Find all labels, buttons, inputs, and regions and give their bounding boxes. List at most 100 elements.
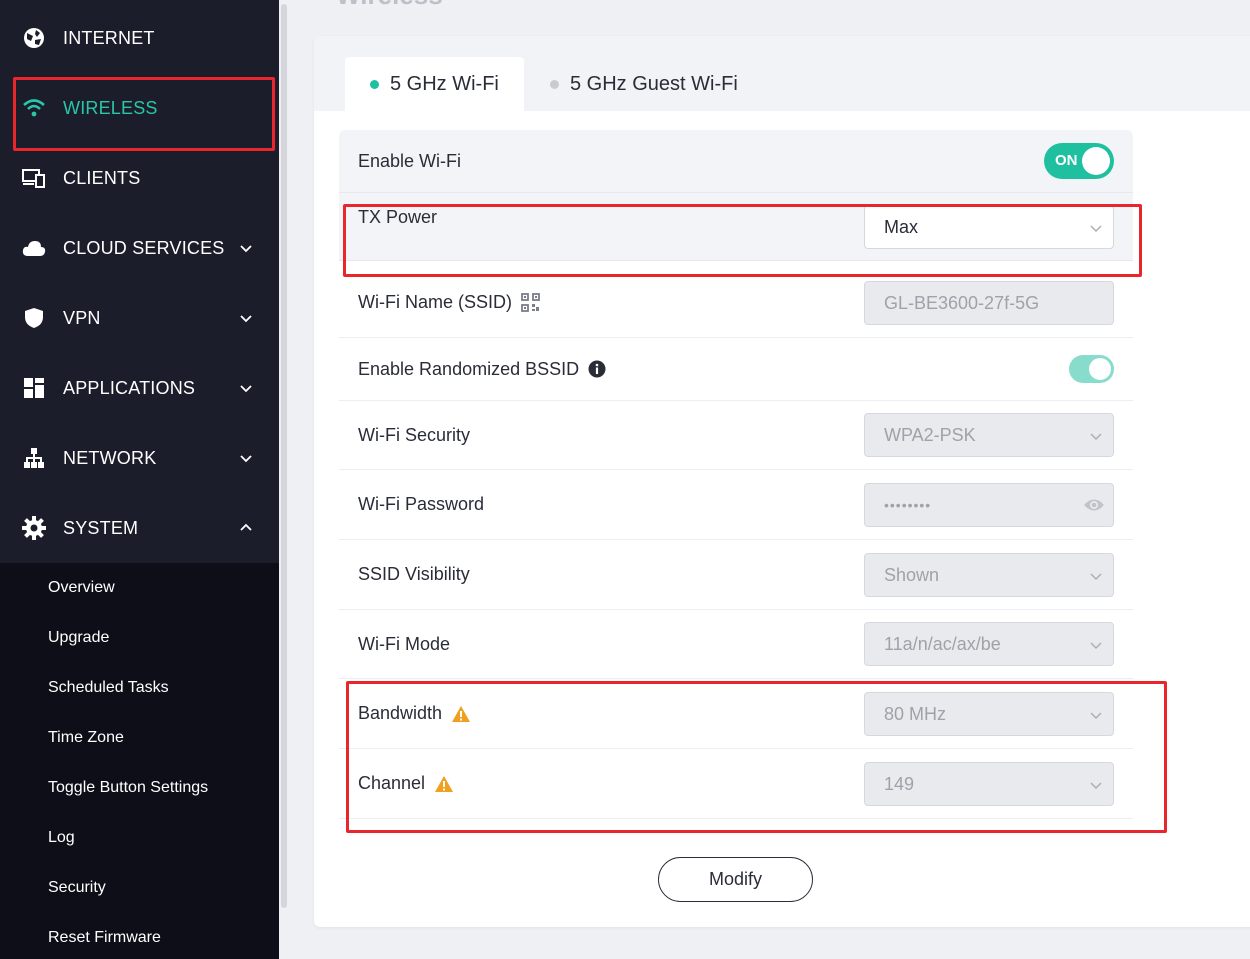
chevron-down-icon xyxy=(240,315,252,323)
modify-button[interactable]: Modify xyxy=(658,857,813,902)
nav-network[interactable]: NETWORK xyxy=(0,423,279,493)
nav-applications-label: APPLICATIONS xyxy=(63,377,196,398)
row-ssid: Wi-Fi Name (SSID) GL-BE3600-27f-5G xyxy=(339,268,1133,338)
row-wifi-password: Wi-Fi Password •••••••• xyxy=(339,470,1133,540)
warning-icon[interactable] xyxy=(434,775,454,793)
wifi-password-label: Wi-Fi Password xyxy=(358,494,485,514)
row-tx-power: TX Power Max xyxy=(339,193,1133,261)
bandwidth-value: 80 MHz xyxy=(884,703,947,724)
tx-power-label: TX Power xyxy=(358,207,438,227)
page-title: Wireless xyxy=(336,0,443,11)
random-bssid-toggle[interactable] xyxy=(1069,355,1114,383)
nav-vpn[interactable]: VPN xyxy=(0,283,279,353)
tx-power-value: Max xyxy=(884,216,919,237)
channel-label-text: Channel xyxy=(358,773,426,793)
tx-power-select[interactable]: Max xyxy=(864,205,1114,249)
nav-wireless[interactable]: WIRELESS xyxy=(0,73,279,143)
submenu-security[interactable]: Security xyxy=(48,863,106,913)
random-bssid-label: Enable Randomized BSSID xyxy=(358,359,606,380)
nav-cloud-services[interactable]: CLOUD SERVICES xyxy=(0,213,279,283)
chevron-down-icon xyxy=(1090,433,1102,440)
enable-wifi-label: Enable Wi-Fi xyxy=(358,150,462,171)
ssid-visibility-select[interactable]: Shown xyxy=(864,553,1114,597)
tab-5ghz-guest-wifi[interactable]: 5 GHz Guest Wi-Fi xyxy=(550,57,760,111)
sidebar: INTERNET WIRELESS CLIENTS CLOUD SERVICES… xyxy=(0,0,279,959)
apps-grid-icon xyxy=(22,376,46,400)
nav-applications[interactable]: APPLICATIONS xyxy=(0,353,279,423)
wifi-mode-label: Wi-Fi Mode xyxy=(358,633,451,654)
tab-5ghz-guest-wifi-label: 5 GHz Guest Wi-Fi xyxy=(570,72,738,95)
ssid-label-text: Wi-Fi Name (SSID) xyxy=(358,292,512,312)
ssid-input[interactable]: GL-BE3600-27f-5G xyxy=(864,281,1114,325)
gear-icon xyxy=(22,516,46,540)
random-bssid-label-text: Enable Randomized BSSID xyxy=(358,358,580,379)
warning-icon[interactable] xyxy=(451,705,471,723)
ssid-value: GL-BE3600-27f-5G xyxy=(884,292,1040,313)
channel-value: 149 xyxy=(884,773,915,794)
submenu-log[interactable]: Log xyxy=(48,813,75,863)
wifi-mode-value: 11a/n/ac/ax/be xyxy=(884,633,1001,654)
tab-5ghz-wifi[interactable]: 5 GHz Wi-Fi xyxy=(345,57,524,111)
chevron-down-icon xyxy=(240,385,252,393)
info-icon[interactable] xyxy=(588,360,606,378)
wifi-settings-card: 5 GHz Wi-Fi 5 GHz Guest Wi-Fi Enable Wi-… xyxy=(314,36,1250,927)
submenu-upgrade[interactable]: Upgrade xyxy=(48,613,109,663)
enable-wifi-toggle[interactable]: ON xyxy=(1044,143,1114,179)
submenu-time-zone[interactable]: Time Zone xyxy=(48,713,124,763)
ssid-visibility-label: SSID Visibility xyxy=(358,564,470,584)
chevron-down-icon xyxy=(240,455,252,463)
submenu-scheduled-tasks[interactable]: Scheduled Tasks xyxy=(48,663,169,713)
row-ssid-visibility: SSID Visibility Shown xyxy=(339,540,1133,610)
wifi-password-input[interactable]: •••••••• xyxy=(864,483,1114,527)
bandwidth-label: Bandwidth xyxy=(358,703,471,724)
chevron-up-icon xyxy=(240,523,252,531)
nav-internet[interactable]: INTERNET xyxy=(0,3,279,73)
toggle-state: ON xyxy=(1055,152,1078,169)
nav-system[interactable]: SYSTEM xyxy=(0,493,279,563)
globe-icon xyxy=(22,26,46,50)
ssid-label: Wi-Fi Name (SSID) xyxy=(358,292,540,313)
row-channel: Channel 149 xyxy=(339,749,1133,819)
nav-vpn-label: VPN xyxy=(63,307,101,328)
status-dot xyxy=(550,79,559,89)
shield-icon xyxy=(22,306,46,330)
nav-clients-label: CLIENTS xyxy=(63,167,141,188)
nav-wireless-label: WIRELESS xyxy=(63,97,158,118)
chevron-down-icon xyxy=(1090,642,1102,649)
bandwidth-select[interactable]: 80 MHz xyxy=(864,692,1114,736)
wifi-password-value: •••••••• xyxy=(884,497,932,513)
cloud-icon xyxy=(22,236,46,260)
submenu-toggle-button-settings[interactable]: Toggle Button Settings xyxy=(48,763,208,813)
wifi-security-label: Wi-Fi Security xyxy=(358,424,470,445)
wifi-security-value: WPA2-PSK xyxy=(884,424,976,445)
nav-internet-label: INTERNET xyxy=(63,27,155,48)
nav-cloud-services-label: CLOUD SERVICES xyxy=(63,237,225,258)
eye-icon[interactable] xyxy=(1083,496,1105,517)
row-bandwidth: Bandwidth 80 MHz xyxy=(339,679,1133,749)
system-submenu: Overview Upgrade Scheduled Tasks Time Zo… xyxy=(0,563,279,959)
status-dot xyxy=(370,79,379,89)
tab-bar: 5 GHz Wi-Fi 5 GHz Guest Wi-Fi xyxy=(314,36,1250,111)
chevron-down-icon xyxy=(1090,225,1102,232)
submenu-reset-firmware[interactable]: Reset Firmware xyxy=(48,913,161,959)
channel-label: Channel xyxy=(358,773,454,794)
toggle-knob xyxy=(1089,358,1111,380)
ssid-visibility-value: Shown xyxy=(884,564,940,585)
nav-system-label: SYSTEM xyxy=(63,517,139,538)
wifi-icon xyxy=(22,96,46,120)
nav-clients[interactable]: CLIENTS xyxy=(0,143,279,213)
row-wifi-mode: Wi-Fi Mode 11a/n/ac/ax/be xyxy=(339,610,1133,679)
chevron-down-icon xyxy=(240,245,252,253)
qr-code-icon[interactable] xyxy=(521,293,540,312)
row-wifi-security: Wi-Fi Security WPA2-PSK xyxy=(339,401,1133,470)
wifi-security-select[interactable]: WPA2-PSK xyxy=(864,413,1114,457)
submenu-overview[interactable]: Overview xyxy=(48,563,115,613)
chevron-down-icon xyxy=(1090,573,1102,580)
channel-select[interactable]: 149 xyxy=(864,762,1114,806)
row-random-bssid: Enable Randomized BSSID xyxy=(339,338,1133,401)
nav-network-label: NETWORK xyxy=(63,447,157,468)
network-tree-icon xyxy=(22,446,46,470)
sidebar-scrollbar[interactable] xyxy=(281,4,287,908)
wifi-mode-select[interactable]: 11a/n/ac/ax/be xyxy=(864,622,1114,666)
toggle-knob xyxy=(1082,147,1110,175)
